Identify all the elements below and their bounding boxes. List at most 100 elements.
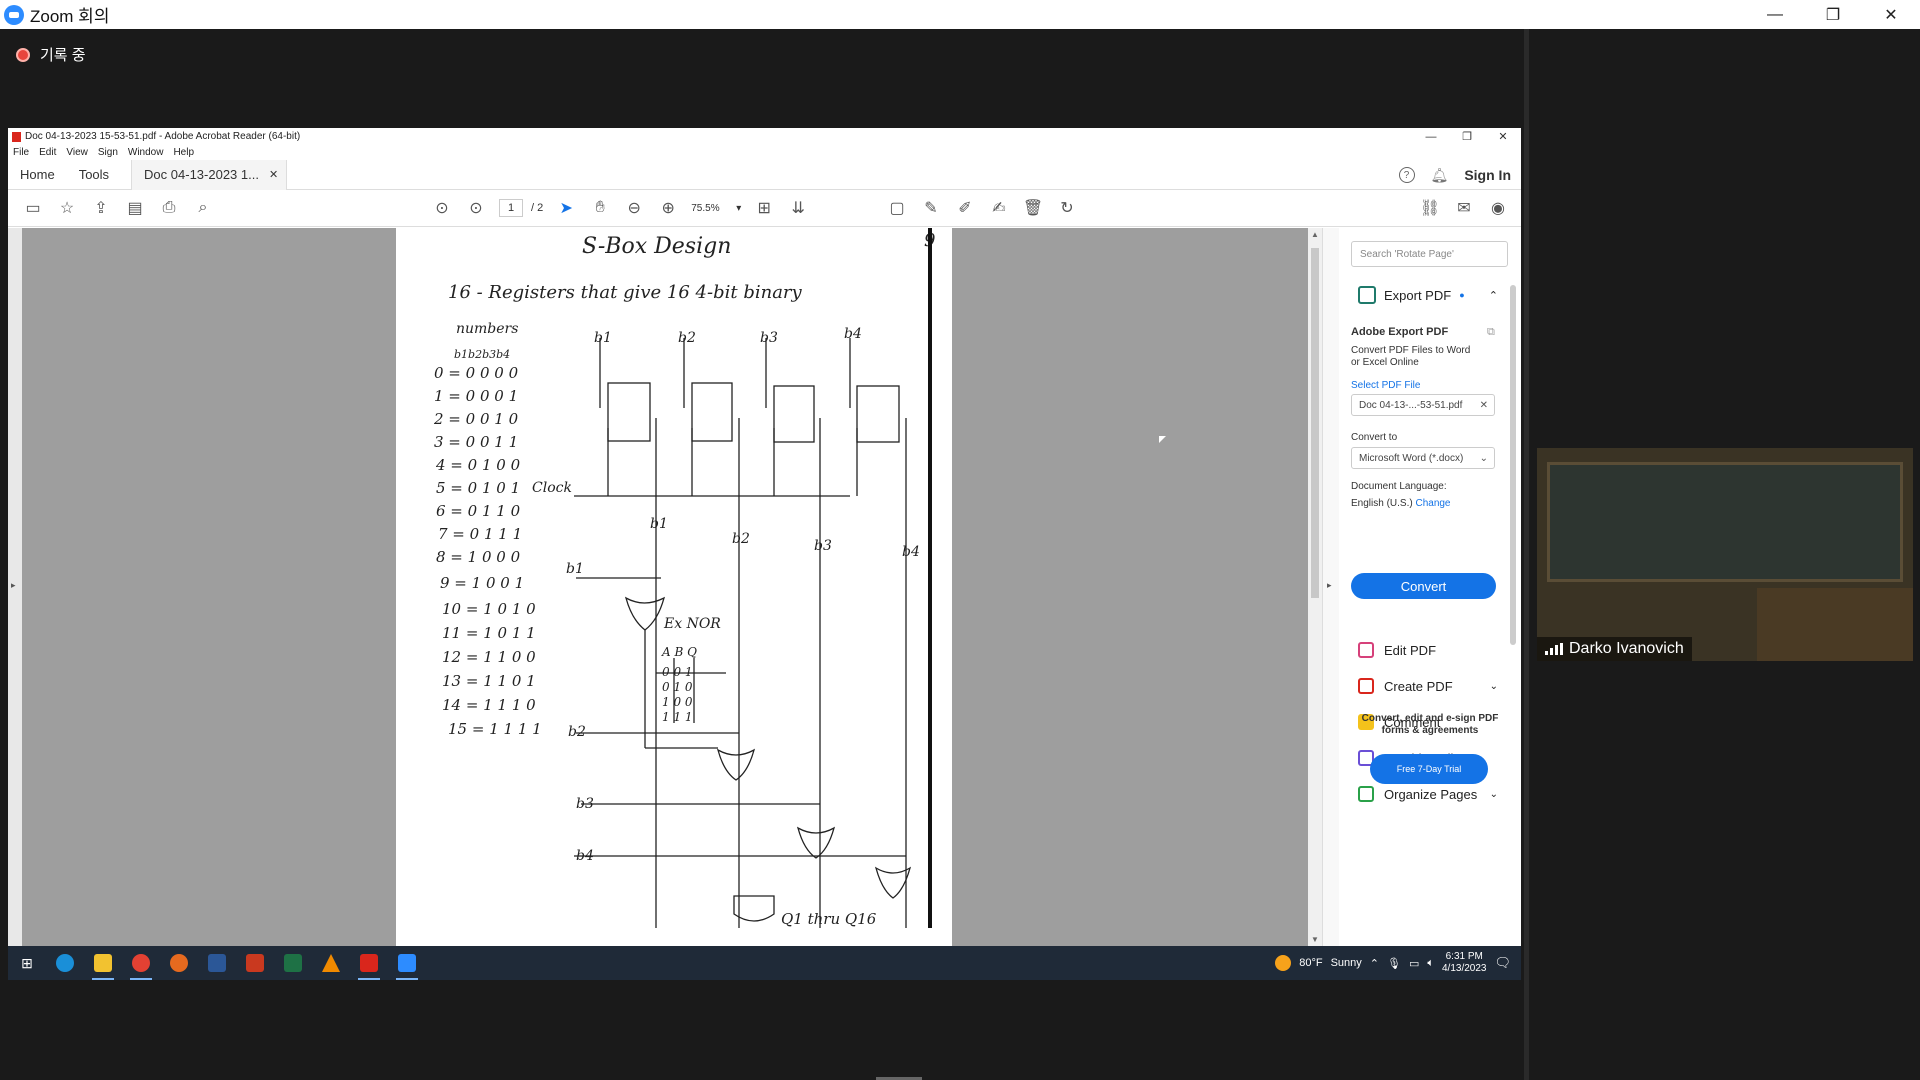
tab-document[interactable]: Doc 04-13-2023 1... ✕ (131, 159, 288, 190)
bell-icon[interactable]: 🔔︎ (1431, 167, 1449, 184)
highlight-icon[interactable]: ✎ (914, 193, 948, 223)
scroll-down-icon[interactable]: ▼ (1311, 935, 1319, 944)
share-file-icon[interactable]: ▤ (118, 193, 152, 223)
collapse-panel-strip[interactable]: ▸ (1322, 228, 1339, 946)
panel-scrollbar[interactable] (1509, 273, 1517, 703)
start-button[interactable]: ⊞ (8, 946, 46, 980)
volume-icon[interactable]: 🔈︎ (1427, 957, 1434, 970)
tool-organize-pages[interactable]: Organize Pages ⌄ (1358, 786, 1498, 802)
chevron-up-icon[interactable]: ⌃ (1489, 289, 1498, 302)
upload-icon[interactable]: ⇪ (84, 193, 118, 223)
tool-create-pdf[interactable]: Create PDF ⌄ (1358, 678, 1498, 694)
fill-sign-icon[interactable]: ✍︎ (982, 193, 1016, 223)
explorer-app[interactable] (84, 946, 122, 980)
menu-view[interactable]: View (66, 147, 88, 158)
doc-row: 11 = 1 0 1 1 (442, 624, 536, 642)
delete-icon[interactable]: 🗑︎ (1016, 193, 1050, 223)
convert-to-label: Convert to (1351, 432, 1398, 443)
acrobat-close-button[interactable]: ✕ (1485, 128, 1521, 145)
menu-file[interactable]: File (13, 147, 29, 158)
edge-app[interactable] (46, 946, 84, 980)
weather-condition[interactable]: Sunny (1331, 957, 1362, 969)
hand-tool-icon[interactable]: ✋︎ (583, 193, 617, 223)
scroll-mode-icon[interactable]: ⇊ (781, 193, 815, 223)
recording-indicator[interactable]: 기록 중 (16, 44, 86, 65)
export-settings-icon[interactable]: ⧉ (1487, 326, 1495, 339)
select-tool-icon[interactable]: ➤ (549, 193, 583, 223)
acrobat-titlebar: Doc 04-13-2023 15-53-51.pdf - Adobe Acro… (8, 128, 1521, 145)
chevron-down-icon[interactable]: ⌄ (1490, 681, 1498, 692)
vlc-app[interactable] (312, 946, 350, 980)
notification-icon[interactable]: 🗨︎ (1494, 955, 1511, 971)
change-language-link[interactable]: Change (1415, 498, 1450, 509)
scroll-up-icon[interactable]: ▲ (1311, 230, 1319, 239)
acrobat-minimize-button[interactable]: — (1413, 128, 1449, 145)
menu-sign[interactable]: Sign (98, 147, 118, 158)
save-icon[interactable]: ▭ (16, 193, 50, 223)
clear-file-icon[interactable]: ✕ (1480, 400, 1488, 411)
chevron-down-icon[interactable]: ⌄ (1490, 789, 1498, 800)
zoom-out-icon[interactable]: ⊖ (617, 193, 651, 223)
network-icon[interactable]: ▭ (1409, 957, 1419, 970)
page-down-icon[interactable]: ⊙ (459, 193, 493, 223)
comment-icon[interactable]: ▢ (880, 193, 914, 223)
close-tab-icon[interactable]: ✕ (269, 168, 278, 181)
firefox-app[interactable] (160, 946, 198, 980)
export-pdf-header[interactable]: Export PDF ● ⌃ (1358, 286, 1498, 304)
left-rail[interactable]: ▸ (8, 228, 22, 946)
account-icon[interactable]: ◉ (1481, 193, 1515, 223)
acrobat-restore-button[interactable]: ❐ (1449, 128, 1485, 145)
star-icon[interactable]: ☆ (50, 193, 84, 223)
excel-app[interactable] (274, 946, 312, 980)
free-trial-button[interactable]: Free 7-Day Trial (1370, 754, 1488, 784)
select-pdf-file-link[interactable]: Select PDF File (1351, 380, 1420, 391)
tool-edit-pdf[interactable]: Edit PDF (1358, 642, 1498, 658)
selected-file-field[interactable]: Doc 04-13-...-53-51.pdf ✕ (1351, 394, 1495, 416)
sign-in-button[interactable]: Sign In (1464, 167, 1511, 183)
rotate-icon[interactable]: ↻ (1050, 193, 1084, 223)
word-app[interactable] (198, 946, 236, 980)
promo-line-1: Convert, edit and e-sign PDF (1361, 713, 1499, 724)
tab-home[interactable]: Home (8, 160, 67, 190)
chrome-app[interactable] (122, 946, 160, 980)
convert-button[interactable]: Convert (1351, 573, 1496, 599)
zoom-in-icon[interactable]: ⊕ (651, 193, 685, 223)
format-select[interactable]: Microsoft Word (*.docx) ⌄ (1351, 447, 1495, 469)
minimize-button[interactable]: — (1746, 0, 1804, 29)
weather-temp[interactable]: 80°F (1299, 957, 1322, 969)
zoom-app[interactable] (388, 946, 426, 980)
vlc-icon (322, 954, 340, 972)
menu-window[interactable]: Window (128, 147, 164, 158)
scroll-thumb[interactable] (1311, 248, 1319, 598)
help-icon[interactable]: ? (1398, 167, 1415, 183)
tray-chevron-icon[interactable]: ⌃ (1370, 957, 1379, 970)
document-area[interactable]: S-Box Design 9 16 - Registers that give … (22, 228, 1320, 946)
link-icon[interactable]: ⛓︎ (1413, 193, 1447, 223)
print-icon[interactable]: ⎙ (152, 193, 186, 223)
restore-button[interactable]: ❐ (1804, 0, 1862, 29)
find-icon[interactable]: ⌕ (186, 193, 220, 223)
system-tray: 80°F Sunny ⌃ 🎙︎ ▭ 🔈︎ 6:31 PM 4/13/2023 🗨… (1275, 946, 1511, 980)
expand-left-icon[interactable]: ▸ (11, 580, 16, 591)
tab-tools[interactable]: Tools (67, 160, 121, 190)
collapse-right-icon[interactable]: ▸ (1327, 580, 1332, 591)
export-desc-1: Convert PDF Files to Word (1351, 345, 1471, 356)
vertical-scrollbar[interactable]: ▲ ▼ (1308, 228, 1322, 946)
panel-scroll-thumb[interactable] (1510, 285, 1516, 645)
menu-help[interactable]: Help (173, 147, 194, 158)
draw-icon[interactable]: ✐ (948, 193, 982, 223)
page-up-icon[interactable]: ⊙ (425, 193, 459, 223)
email-icon[interactable]: ✉ (1447, 193, 1481, 223)
tools-search-input[interactable]: Search 'Rotate Page' (1351, 241, 1508, 267)
close-button[interactable]: ✕ (1862, 0, 1920, 29)
fit-page-icon[interactable]: ⊞ (747, 193, 781, 223)
doc-reg-label-b4: b4 (844, 326, 862, 342)
page-number-input[interactable]: 1 (499, 199, 523, 217)
powerpoint-app[interactable] (236, 946, 274, 980)
taskbar-clock[interactable]: 6:31 PM 4/13/2023 (1442, 951, 1487, 975)
acrobat-app[interactable] (350, 946, 388, 980)
participant-video[interactable]: Darko Ivanovich (1537, 448, 1913, 661)
menu-edit[interactable]: Edit (39, 147, 56, 158)
zoom-level-select[interactable]: 75.5% ▾ (691, 203, 741, 214)
microphone-icon[interactable]: 🎙︎ (1387, 957, 1401, 970)
